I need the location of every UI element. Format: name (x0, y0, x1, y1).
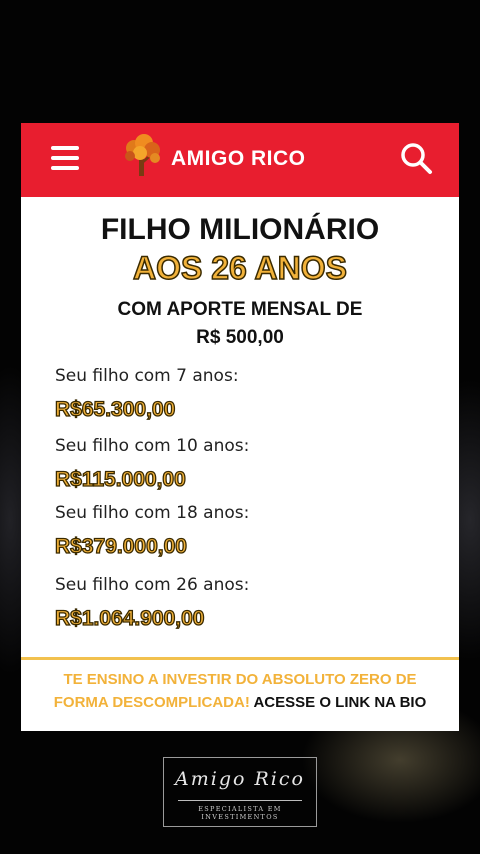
row-label-7: Seu filho com 7 anos: (55, 366, 239, 386)
row-label-18: Seu filho com 18 anos: (55, 503, 250, 523)
tree-logo-icon (125, 134, 160, 176)
divider (21, 657, 459, 660)
signature-underline (178, 800, 302, 801)
cta-line2: FORMA DESCOMPLICADA! (53, 694, 250, 711)
cta-text: TE ENSINO A INVESTIR DO ABSOLUTO ZERO DE… (21, 668, 459, 714)
headline-line1: FILHO MILIONÁRIO (100, 213, 380, 246)
row-value-10: R$115.000,00 (54, 467, 186, 491)
search-icon[interactable] (399, 141, 433, 175)
row-value-7: R$65.300,00 (54, 397, 176, 421)
subtitle-line2: R$ 500,00 (196, 327, 284, 348)
brand-name: AMIGO RICO (171, 147, 306, 170)
row-label-26: Seu filho com 26 anos: (55, 575, 250, 595)
row-value-18: R$379.000,00 (54, 534, 187, 558)
hamburger-menu-icon[interactable] (51, 146, 79, 172)
cta-line1: TE ENSINO A INVESTIR DO ABSOLUTO ZERO DE (63, 671, 417, 688)
headline-line2: AOS 26 ANOS (132, 249, 347, 287)
row-value-26: R$1.064.900,00 (54, 606, 205, 630)
post-card: AMIGO RICO FILHO MILIONÁRIO AOS 26 ANOS … (21, 123, 459, 731)
signature-tagline: ESPECIALISTA EM INVESTIMENTOS (198, 805, 282, 821)
bio-link[interactable]: ACESSE O LINK NA BIO (253, 694, 426, 711)
signature-logo: Amigo Rico ESPECIALISTA EM INVESTIMENTOS (163, 757, 317, 827)
subtitle-line1: COM APORTE MENSAL DE (117, 299, 363, 320)
header-bar: AMIGO RICO (21, 123, 459, 197)
row-label-10: Seu filho com 10 anos: (55, 436, 250, 456)
signature-name: Amigo Rico (175, 768, 305, 790)
